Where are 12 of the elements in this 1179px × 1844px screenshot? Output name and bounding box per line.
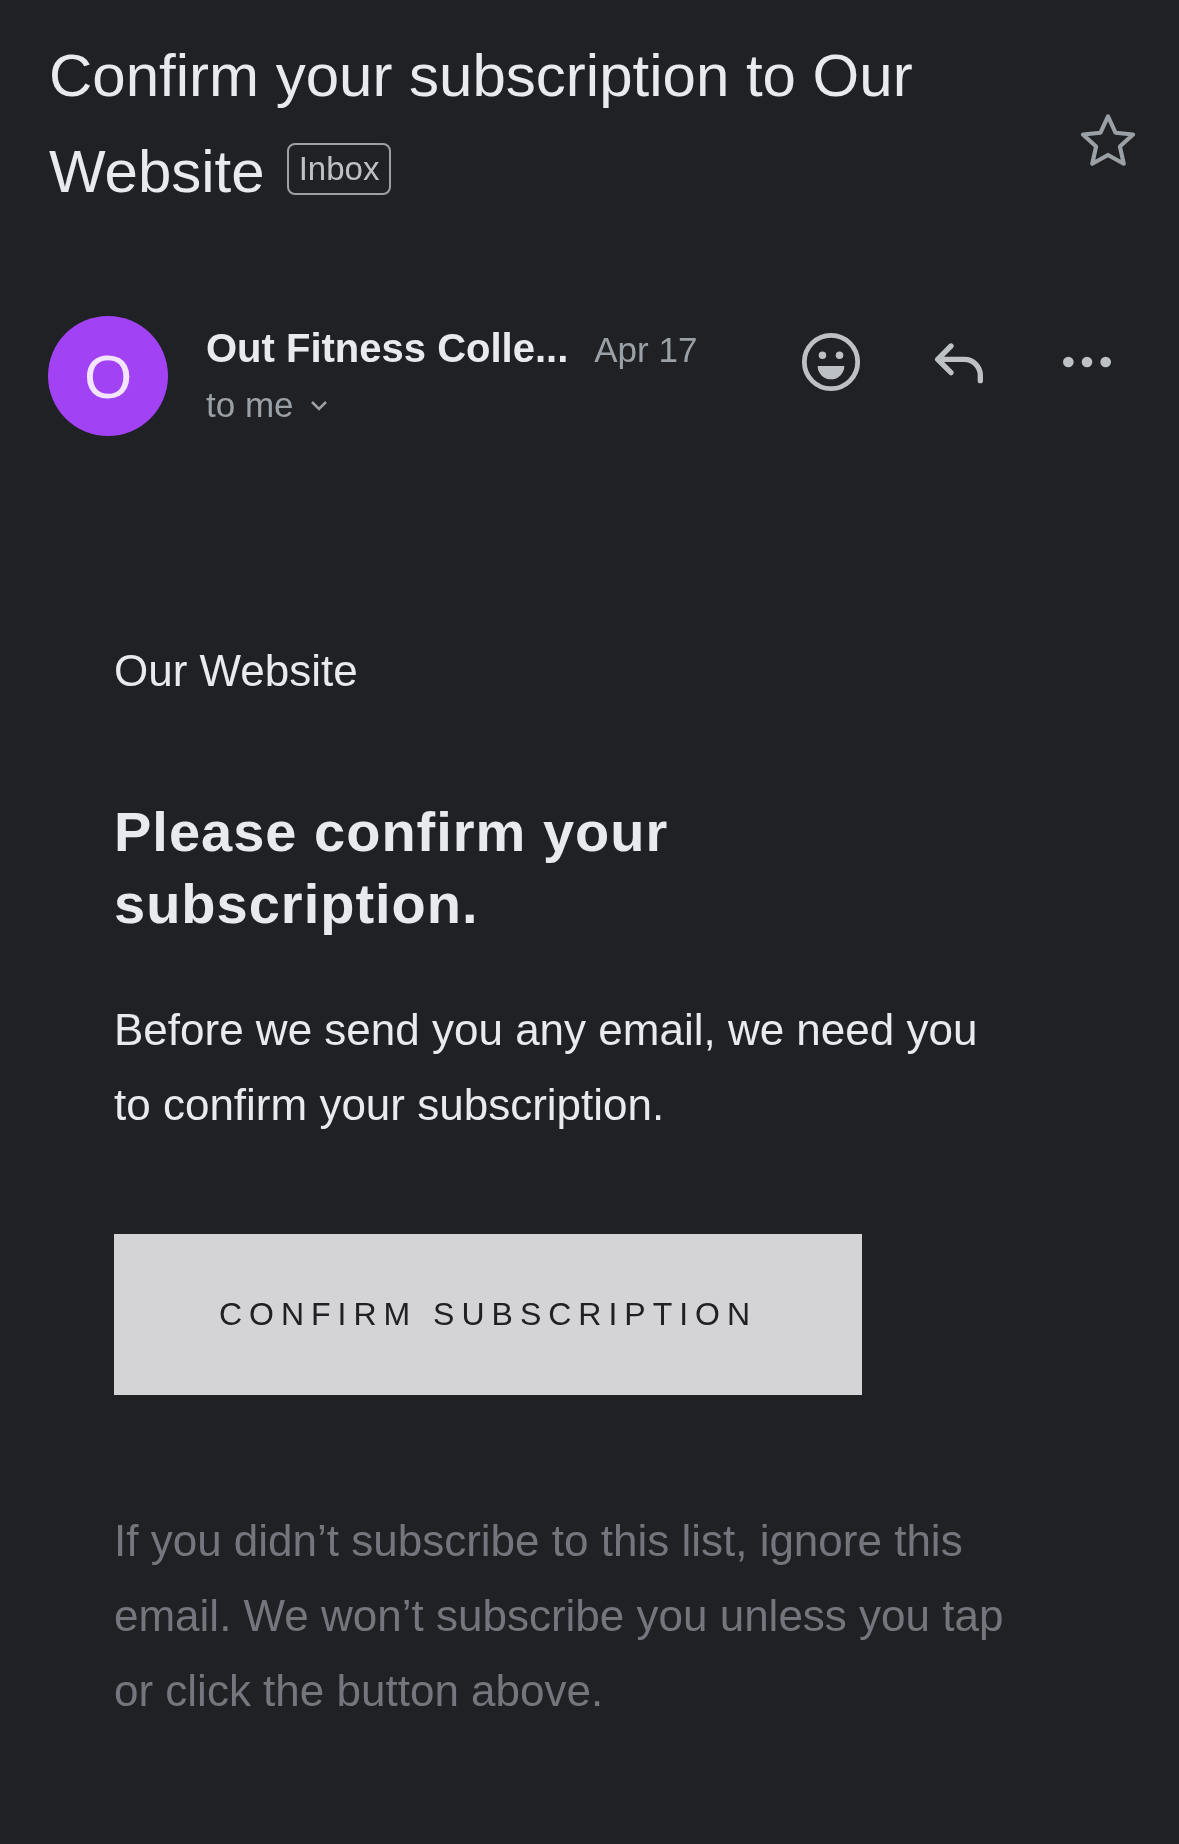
inbox-label[interactable]: Inbox (286, 143, 392, 195)
sender-name: Out Fitness Colle... (206, 326, 569, 371)
email-heading: Please confirm your subscription. (114, 799, 670, 937)
email-text: Before we send you any email, we need you to confirm your subscription. (114, 1004, 979, 1131)
email-date: Apr 17 (594, 330, 698, 370)
email-subject: Confirm your subscription to Our Website Inbox (49, 41, 914, 207)
brand-name: Our Website (114, 646, 359, 696)
confirm-button[interactable]: CONFIRM SUBSCRIPTION (114, 1234, 862, 1395)
sender-avatar[interactable]: O (48, 316, 168, 436)
emoji-icon[interactable] (799, 330, 863, 394)
recipient-toggle[interactable]: to me (206, 385, 330, 425)
footer-text: If you didn’t subscribe to this list, ignore this email. We won’t subscribe you unless you tap or click the button above. (114, 1515, 1005, 1717)
